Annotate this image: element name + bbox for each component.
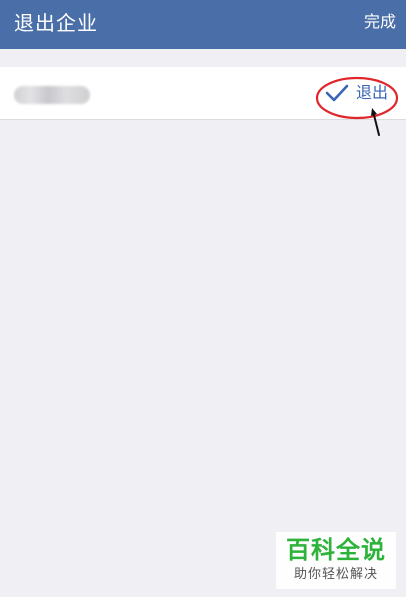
exit-label: 退出	[356, 83, 389, 102]
enterprise-list-item: 退出	[0, 67, 406, 120]
watermark: 百科全说 助你轻松解决	[276, 532, 396, 589]
watermark-title: 百科全说	[286, 536, 386, 564]
checkmark-icon	[325, 84, 349, 102]
done-button[interactable]: 完成	[364, 11, 396, 33]
exit-enterprise-button[interactable]: 退出	[322, 67, 406, 119]
page-title: 退出企业	[14, 11, 98, 35]
nav-bar: 退出企业 完成	[0, 0, 406, 49]
blurred-enterprise-name	[14, 86, 90, 104]
watermark-subtitle: 助你轻松解决	[293, 567, 378, 582]
